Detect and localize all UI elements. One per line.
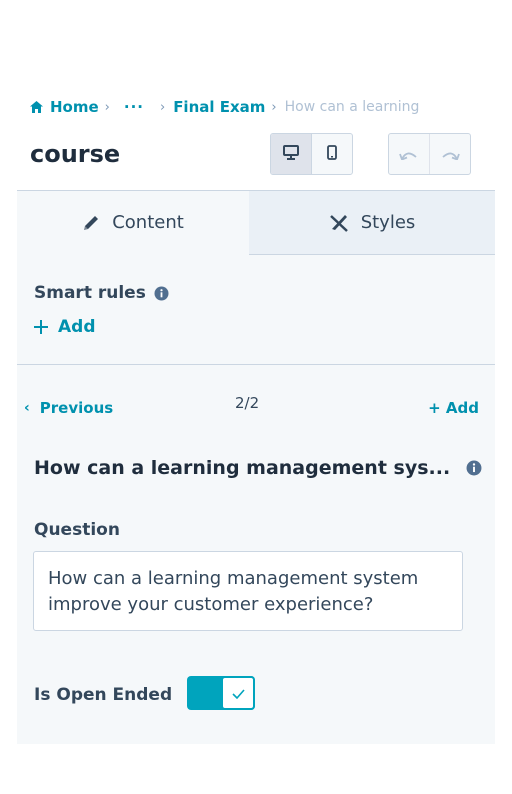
plus-icon (34, 320, 48, 334)
desktop-preview-button[interactable] (271, 134, 312, 174)
styles-icon (329, 214, 349, 232)
info-icon[interactable] (154, 286, 169, 301)
divider (17, 364, 495, 365)
mobile-icon (327, 144, 337, 164)
home-icon[interactable] (30, 101, 43, 113)
question-heading-text: How can a learning management sys... (34, 457, 451, 479)
mobile-preview-button[interactable] (312, 134, 352, 174)
device-toggle (270, 133, 353, 175)
smart-rules-heading: Smart rules (34, 283, 169, 303)
chevron-left-icon: ‹ (24, 400, 30, 416)
chevron-right-icon: › (104, 99, 110, 115)
breadcrumb-final-exam[interactable]: Final Exam (173, 98, 265, 116)
add-smart-rule-button[interactable]: Add (34, 317, 96, 337)
open-ended-label: Is Open Ended (34, 685, 173, 705)
checkmark-icon (231, 684, 245, 703)
chevron-right-icon: › (159, 99, 166, 115)
previous-label: Previous (39, 399, 114, 417)
breadcrumb-ellipsis[interactable]: ··· (124, 98, 144, 116)
pencil-icon (82, 214, 100, 232)
tab-content[interactable]: Content (17, 191, 250, 254)
redo-icon (440, 145, 460, 164)
question-textarea[interactable]: How can a learning management system imp… (33, 551, 463, 631)
desktop-icon (283, 144, 299, 164)
redo-button[interactable] (429, 134, 470, 174)
add-smart-rule-label: Add (58, 317, 96, 337)
question-heading: How can a learning management sys... (34, 457, 482, 479)
tab-styles-label: Styles (360, 212, 416, 233)
breadcrumb: Home › ··· › Final Exam › How can a lear… (30, 96, 419, 118)
tab-styles[interactable]: Styles (249, 191, 495, 255)
page-indicator: 2/2 (235, 394, 260, 412)
smart-rules-label: Smart rules (34, 283, 146, 303)
undo-redo-group (388, 133, 471, 175)
tab-content-label: Content (112, 212, 184, 233)
toggle-knob (221, 676, 255, 710)
breadcrumb-current: How can a learning (284, 99, 420, 115)
page-title: course (30, 140, 121, 168)
undo-icon (399, 145, 419, 164)
editor-panel: Content Styles Smart rules Add ‹ Previou… (17, 190, 495, 744)
previous-button[interactable]: ‹ Previous (24, 399, 113, 417)
question-field-label: Question (34, 520, 120, 540)
breadcrumb-home[interactable]: Home (50, 98, 99, 116)
add-question-button[interactable]: + Add (428, 399, 479, 417)
open-ended-toggle[interactable] (187, 676, 255, 710)
info-icon[interactable] (466, 460, 482, 476)
chevron-right-icon: › (271, 99, 277, 115)
undo-button[interactable] (389, 134, 429, 174)
